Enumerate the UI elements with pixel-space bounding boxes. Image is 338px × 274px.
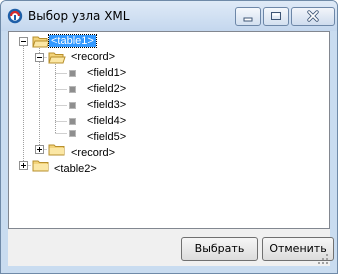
- maximize-button[interactable]: [263, 7, 289, 26]
- field-node-icon: [69, 70, 76, 77]
- maximize-icon: [271, 12, 281, 20]
- folder-icon: [48, 144, 65, 156]
- dialog-client-area: <table1> <record> <field1> <field2> <fie…: [8, 31, 334, 266]
- window-title: Выбор узла XML: [28, 9, 130, 23]
- title-bar[interactable]: Выбор узла XML: [1, 1, 337, 31]
- minimize-icon: [243, 17, 253, 22]
- dialog-window: Выбор узла XML <table1> <record> <field1…: [0, 0, 338, 274]
- close-icon: [307, 10, 319, 22]
- folder-icon: [32, 160, 49, 172]
- tree-node-label: <table2>: [54, 163, 97, 175]
- expand-toggle[interactable]: [19, 161, 28, 170]
- tree-node-label: <table1>: [48, 34, 97, 48]
- resize-grip-icon[interactable]: [318, 254, 328, 264]
- tree-node-field5[interactable]: <field5>: [85, 129, 128, 145]
- collapse-toggle[interactable]: [19, 37, 28, 46]
- tree-node-label: <field4>: [87, 115, 127, 127]
- tree-node-field1[interactable]: <field1>: [85, 65, 128, 81]
- tree-node-record-2[interactable]: <record>: [69, 145, 117, 161]
- tree-node-field2[interactable]: <field2>: [85, 81, 128, 97]
- minimize-button[interactable]: [235, 7, 261, 26]
- field-node-icon: [69, 118, 76, 125]
- tree-node-label: <field1>: [87, 67, 127, 79]
- tree-node-label: <field3>: [87, 99, 127, 111]
- tree-node-field4[interactable]: <field4>: [85, 113, 128, 129]
- field-node-icon: [69, 102, 76, 109]
- tree-node-label: <record>: [71, 147, 116, 159]
- field-node-icon: [69, 130, 76, 137]
- field-node-icon: [69, 86, 76, 93]
- folder-open-icon: [48, 52, 66, 64]
- xml-tree-view[interactable]: <table1> <record> <field1> <field2> <fie…: [8, 31, 330, 229]
- tree-node-label: <field5>: [87, 131, 127, 143]
- tree-node-table2[interactable]: <table2>: [52, 161, 99, 177]
- select-button[interactable]: Выбрать: [181, 237, 258, 261]
- collapse-toggle[interactable]: [35, 53, 44, 62]
- app-logo-icon: [7, 8, 23, 24]
- folder-open-icon: [32, 36, 50, 48]
- close-button[interactable]: [291, 7, 335, 26]
- tree-node-table1[interactable]: <table1>: [48, 33, 97, 49]
- tree-node-field3[interactable]: <field3>: [85, 97, 128, 113]
- tree-node-label: <record>: [71, 51, 116, 63]
- tree-node-label: <field2>: [87, 83, 127, 95]
- tree-node-record[interactable]: <record>: [69, 49, 117, 65]
- expand-toggle[interactable]: [35, 145, 44, 154]
